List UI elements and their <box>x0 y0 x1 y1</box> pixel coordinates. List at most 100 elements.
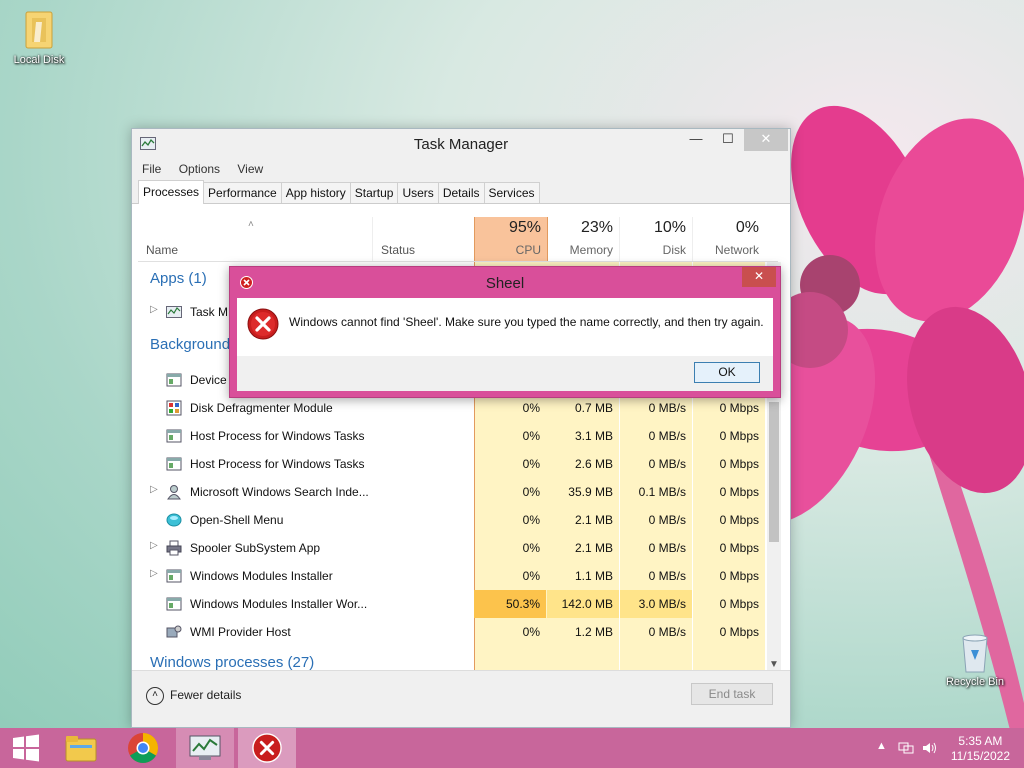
group-windows-processes: Windows processes (27) <box>150 654 315 670</box>
network-value: 0 Mbps <box>719 485 759 499</box>
cpu-percent: 95% <box>508 219 541 236</box>
printer-icon <box>166 540 182 556</box>
dialog-title: Sheel <box>485 275 525 292</box>
status-column-header[interactable]: Status <box>372 217 473 261</box>
network-value: 0 Mbps <box>719 513 759 527</box>
tab-details[interactable]: Details <box>437 182 485 203</box>
disk-value: 0 MB/s <box>648 457 686 471</box>
fewer-details-button[interactable]: ˄ Fewer details <box>146 687 241 705</box>
taskbar-chrome[interactable] <box>114 728 172 768</box>
chrome-icon <box>128 733 159 764</box>
service-icon <box>166 429 182 443</box>
table-row[interactable]: ▷ Microsoft Windows Search Inde... 0% 35.9 … <box>138 478 768 506</box>
memory-value: 1.2 MB <box>574 625 613 639</box>
dialog-title-bar[interactable]: Sheel <box>230 267 780 297</box>
table-row[interactable]: Disk Defragmenter Module 0% 0.7 MB 0 MB/s 0 … <box>138 394 768 422</box>
memory-value: 2.1 MB <box>574 513 613 527</box>
process-name: Windows Modules Installer <box>190 569 333 583</box>
memory-value: 142.0 MB <box>561 597 613 611</box>
expand-arrow-icon[interactable]: ▷ <box>150 568 158 579</box>
disk-value: 0 MB/s <box>648 625 686 639</box>
taskbar-task-manager[interactable] <box>176 728 234 768</box>
network-icon[interactable] <box>898 741 914 755</box>
memory-column-header[interactable]: 23% Memory <box>547 217 620 261</box>
menu-bar: File Options View <box>132 159 790 179</box>
task-manager-icon <box>189 735 221 760</box>
process-name: Host Process for Windows Tasks <box>190 457 365 471</box>
expand-arrow-icon[interactable]: ▷ <box>150 540 158 551</box>
error-icon <box>252 733 282 763</box>
table-row[interactable]: Host Process for Windows Tasks 0% 3.1 MB 0 … <box>138 422 768 450</box>
memory-value: 2.6 MB <box>574 457 613 471</box>
tab-performance[interactable]: Performance <box>203 182 282 203</box>
disk-column-header[interactable]: 10% Disk <box>620 217 693 261</box>
dialog-close-button[interactable]: ✕ <box>742 267 776 287</box>
desktop-icon-local-disk[interactable]: Local Disk <box>4 8 74 66</box>
minimize-button[interactable]: — <box>680 129 712 151</box>
network-label: Network <box>714 243 759 257</box>
table-row[interactable]: Windows Modules Installer Wor... 50.3% 142… <box>138 590 768 618</box>
show-hidden-icons-icon[interactable]: ▲ <box>876 740 887 752</box>
scrollbar-thumb[interactable] <box>769 402 779 542</box>
dialog-button-bar: OK <box>237 356 773 391</box>
name-column-header[interactable]: ˄ Name <box>138 217 368 261</box>
tab-bar: Processes Performance App history Startu… <box>132 179 790 204</box>
cpu-column-header[interactable]: 95% CPU <box>474 217 548 261</box>
status-header-label: Status <box>381 243 416 257</box>
tab-services[interactable]: Services <box>483 182 540 203</box>
ok-button[interactable]: OK <box>694 362 760 383</box>
error-icon <box>247 308 279 340</box>
clock[interactable]: 5:35 AM 11/15/2022 <box>951 734 1010 764</box>
volume-icon[interactable] <box>922 741 938 755</box>
windows-logo-icon <box>13 734 39 762</box>
shell-icon <box>166 513 182 527</box>
column-header: ˄ Name Status 95% CPU 23% Memory 10% Dis… <box>138 217 778 262</box>
name-header-label: Name <box>146 243 179 257</box>
end-task-button[interactable]: End task <box>691 683 773 705</box>
disk-label: Disk <box>662 243 686 257</box>
disk-value: 0 MB/s <box>648 569 686 583</box>
menu-view[interactable]: View <box>237 159 263 179</box>
table-row[interactable]: ▷ Spooler SubSystem App 0% 2.1 MB 0 MB/s 0 Mb… <box>138 534 768 562</box>
maximize-button[interactable]: ☐ <box>712 129 744 151</box>
desktop-icon-recycle-bin[interactable]: Recycle Bin <box>940 630 1010 688</box>
memory-label: Memory <box>569 243 613 257</box>
process-name: Disk Defragmenter Module <box>190 401 333 415</box>
expand-arrow-icon[interactable]: ▷ <box>150 304 158 315</box>
table-row[interactable]: Host Process for Windows Tasks 0% 2.6 MB 0 … <box>138 450 768 478</box>
process-name: Windows Modules Installer Wor... <box>190 597 368 611</box>
sort-up-icon: ˄ <box>248 219 254 230</box>
menu-options[interactable]: Options <box>179 159 220 179</box>
tab-app-history[interactable]: App history <box>280 182 351 203</box>
clock-time: 5:35 AM <box>958 734 1003 748</box>
tab-processes[interactable]: Processes <box>138 180 205 204</box>
process-name: Task M <box>190 305 229 319</box>
taskbar: ▲ 5:35 AM 11/15/2022 <box>0 728 1024 768</box>
tab-users[interactable]: Users <box>397 182 439 203</box>
network-value: 0 Mbps <box>719 541 759 555</box>
scroll-down-icon[interactable]: ▼ <box>769 659 779 670</box>
start-button[interactable] <box>0 728 52 768</box>
network-column-header[interactable]: 0% Network <box>693 217 765 261</box>
disk-percent: 10% <box>653 219 686 236</box>
taskbar-error-dialog[interactable] <box>238 728 296 768</box>
memory-percent: 23% <box>580 219 613 236</box>
service-icon <box>166 373 182 387</box>
error-message: Windows cannot find 'Sheel'. Make sure y… <box>289 315 764 329</box>
expand-arrow-icon[interactable]: ▷ <box>150 484 158 495</box>
process-name: Spooler SubSystem App <box>190 541 321 555</box>
group-apps: Apps (1) <box>150 270 213 287</box>
close-button[interactable]: ✕ <box>744 129 788 151</box>
title-bar[interactable]: Task Manager — ☐ ✕ <box>132 129 790 159</box>
network-value: 0 Mbps <box>719 457 759 471</box>
search-user-icon <box>167 485 181 500</box>
network-value: 0 Mbps <box>719 429 759 443</box>
table-row[interactable]: WMI Provider Host 0% 1.2 MB 0 MB/s 0 Mbps <box>138 618 768 646</box>
table-row[interactable]: Open-Shell Menu 0% 2.1 MB 0 MB/s 0 Mbps <box>138 506 768 534</box>
error-dialog: Sheel ✕ Windows cannot find 'Sheel'. Mak… <box>229 266 781 398</box>
tab-startup[interactable]: Startup <box>349 182 399 203</box>
process-name: Open-Shell Menu <box>190 513 284 527</box>
menu-file[interactable]: File <box>142 159 161 179</box>
table-row[interactable]: ▷ Windows Modules Installer 0% 1.1 MB 0 MB/s… <box>138 562 768 590</box>
taskbar-file-explorer[interactable] <box>52 728 110 768</box>
